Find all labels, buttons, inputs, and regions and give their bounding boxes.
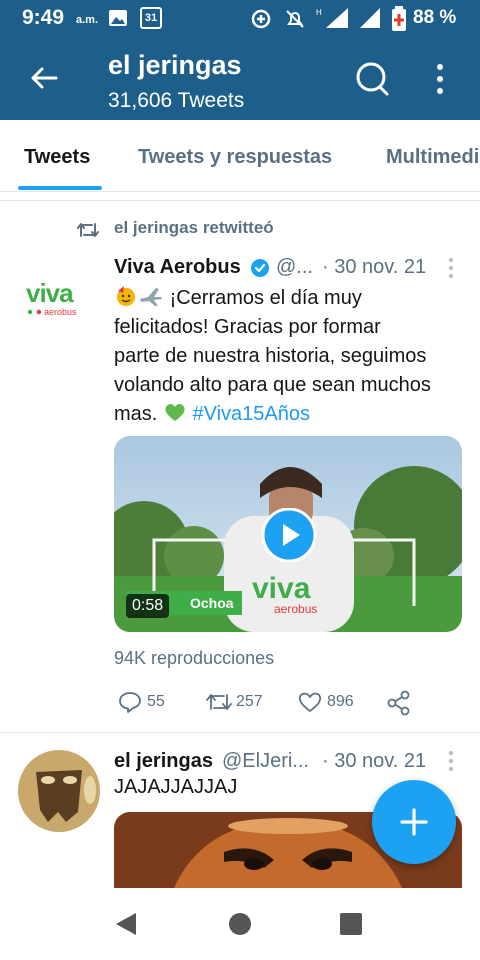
nav-back-icon[interactable] — [112, 910, 140, 938]
active-tab-indicator — [18, 186, 102, 190]
tab-tweets-and-replies[interactable]: Tweets y respuestas — [138, 146, 332, 169]
party-face-emoji-icon — [117, 286, 135, 306]
retweet-action-icon — [206, 694, 232, 710]
divider — [0, 732, 480, 733]
svg-text:aerobus: aerobus — [44, 307, 77, 317]
profile-picture — [18, 750, 100, 832]
nav-home-icon[interactable] — [228, 910, 256, 938]
profile-name: el jeringas — [108, 50, 242, 80]
retweet-label: el jeringas retwitteó — [114, 218, 274, 237]
share-button[interactable] — [386, 690, 412, 716]
avatar[interactable] — [18, 750, 100, 832]
signal-icon: H — [316, 8, 348, 28]
svg-text:viva: viva — [252, 572, 311, 605]
tweet-author-handle[interactable]: @ElJeri... — [222, 750, 309, 773]
tweet-text-line: felicitados! Gracias por formar — [114, 316, 381, 338]
retweet-icon — [77, 223, 99, 237]
video-duration: 0:58 — [126, 594, 170, 618]
reply-count: 55 — [147, 693, 165, 710]
play-icon[interactable] — [262, 508, 316, 562]
signal-2-icon — [360, 8, 380, 28]
tab-tweets[interactable]: Tweets — [24, 146, 90, 169]
svg-text:viva: viva — [26, 278, 74, 308]
tweet-text: ¡Cerramos el día muy felicitados! Gracia… — [114, 284, 466, 429]
tweet-author-name[interactable]: el jeringas — [114, 750, 213, 773]
tweet-text-line: mas. — [114, 403, 158, 425]
data-saver-icon — [251, 9, 271, 29]
retweet-button[interactable]: 257 — [205, 690, 275, 716]
tweet-text-line: volando alto para que sean muchos — [114, 374, 431, 396]
airplane-emoji-icon — [140, 288, 162, 306]
svg-text:H: H — [316, 8, 322, 17]
system-navigation-bar — [0, 888, 480, 960]
tab-media[interactable]: Multimedia — [386, 146, 480, 169]
green-heart-emoji-icon — [165, 404, 185, 421]
compose-tweet-button[interactable] — [372, 780, 456, 864]
plus-icon — [400, 808, 428, 836]
tweet-menu-icon[interactable] — [447, 257, 455, 279]
heart-icon — [298, 692, 322, 712]
status-ampm: a.m. — [76, 14, 99, 26]
tweet-author-handle[interactable]: @... — [276, 256, 313, 279]
tweet-text: JAJAJJAJJAJ — [114, 776, 238, 798]
verified-badge-icon — [251, 259, 269, 277]
calendar-icon: 31 — [140, 7, 162, 29]
profile-header: el jeringas 31,606 Tweets — [0, 38, 480, 120]
viva-aerobus-logo[interactable]: viva aerobus — [22, 278, 94, 322]
search-icon[interactable] — [354, 60, 390, 96]
tweet-text-line: ¡Cerramos el día muy — [169, 287, 362, 309]
like-count: 896 — [327, 693, 354, 710]
status-bar: 9:49 a.m. 31 H 88 % — [0, 0, 480, 38]
battery-percent: 88 % — [413, 7, 457, 28]
back-arrow-icon[interactable] — [28, 62, 60, 94]
divider — [0, 200, 480, 201]
nav-recents-icon[interactable] — [338, 910, 366, 938]
profile-tabs: Tweets Tweets y respuestas Multimedia — [0, 120, 480, 192]
calendar-day: 31 — [144, 12, 158, 24]
gallery-icon — [109, 10, 127, 26]
mute-bell-icon — [286, 10, 304, 28]
tweet-date[interactable]: · 30 nov. 21 — [322, 256, 426, 279]
like-button[interactable]: 896 — [297, 690, 367, 716]
svg-text:aerobus: aerobus — [274, 602, 317, 616]
status-time: 9:49 — [22, 6, 65, 29]
tweet-count: 31,606 Tweets — [108, 89, 245, 112]
tweet-date[interactable]: · 30 nov. 21 — [322, 750, 426, 773]
video-views: 94K reproducciones — [114, 648, 275, 668]
reply-icon — [119, 692, 141, 713]
more-options-icon[interactable] — [428, 62, 452, 96]
tweet-text-line: parte de nuestra historia, seguimos — [114, 345, 427, 367]
reply-button[interactable]: 55 — [118, 690, 178, 716]
share-icon — [387, 690, 410, 716]
tweet-video[interactable]: viva aerobus Ochoa 0:58 — [114, 436, 462, 632]
tweet-author-name[interactable]: Viva Aerobus — [114, 256, 241, 279]
hashtag-link[interactable]: #Viva15Años — [192, 403, 310, 425]
battery-icon — [392, 6, 406, 31]
retweet-count: 257 — [236, 693, 263, 710]
tweet-menu-icon[interactable] — [447, 750, 455, 772]
